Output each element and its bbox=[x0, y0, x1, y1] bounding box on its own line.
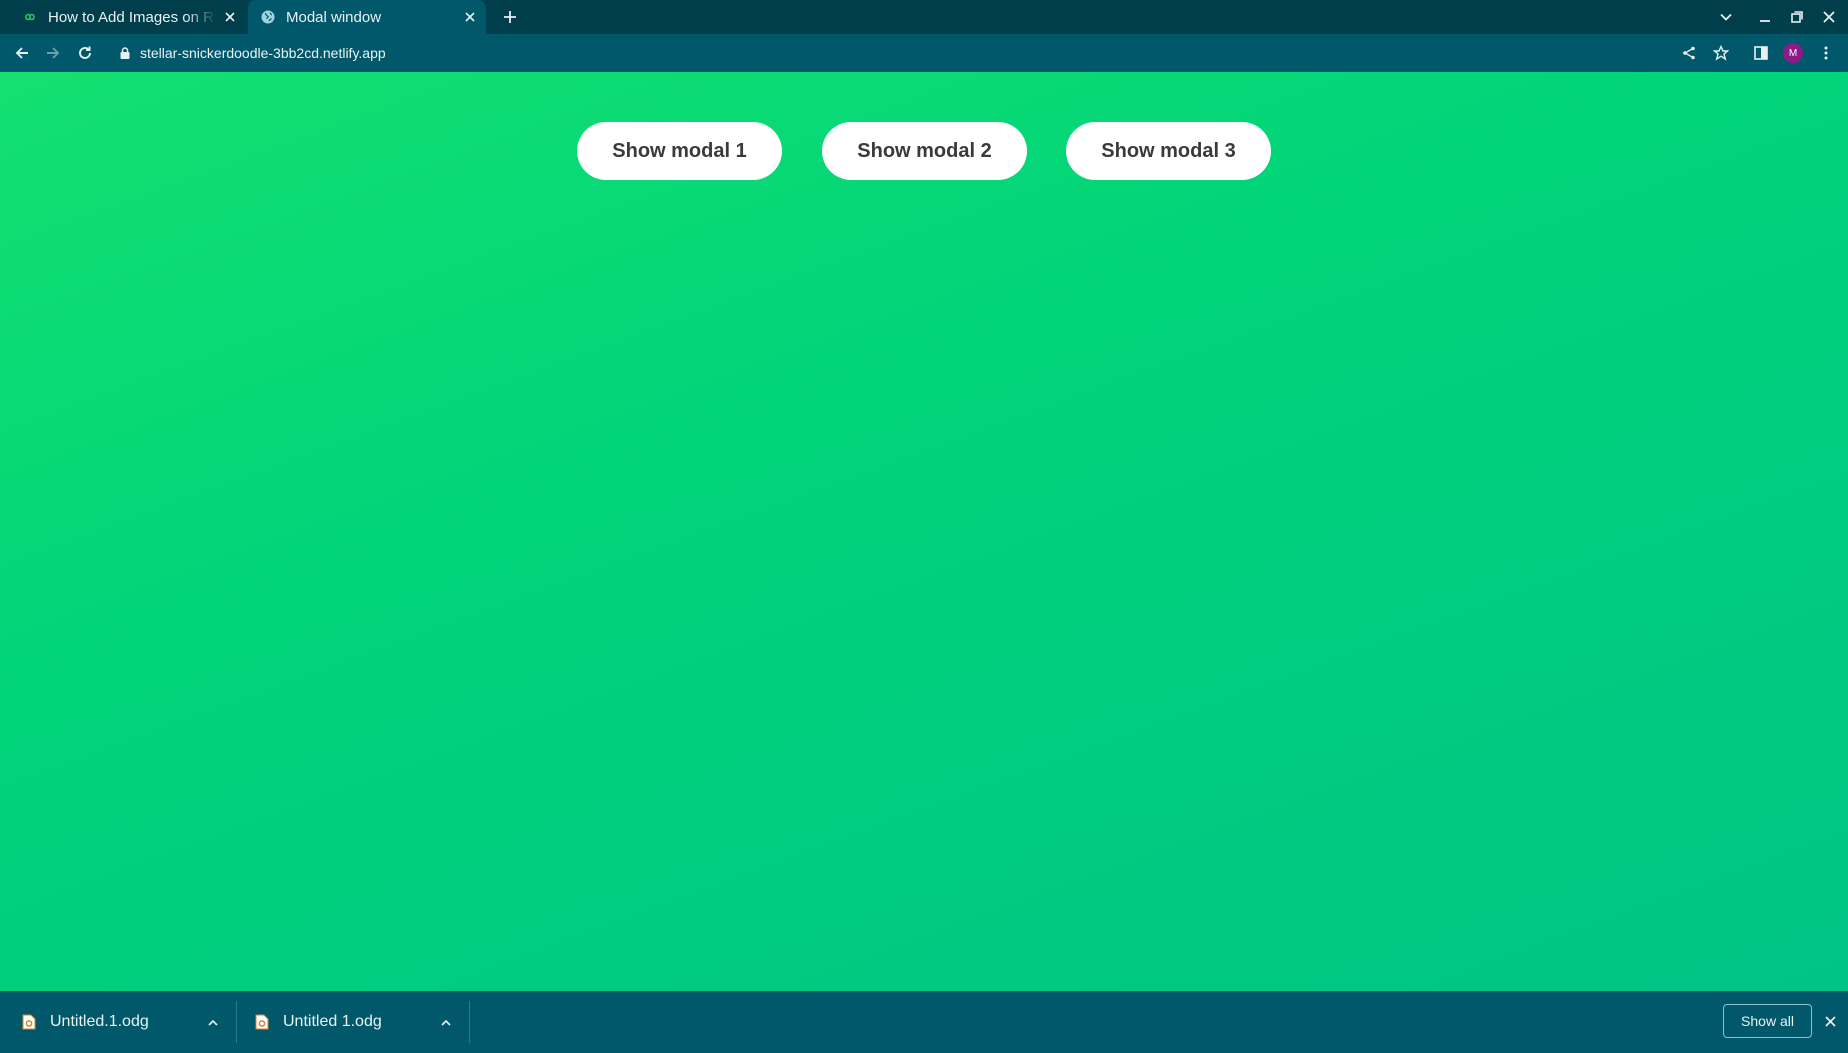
tab-strip: How to Add Images on RE Modal window bbox=[0, 0, 1848, 34]
tab-title: Modal window bbox=[286, 8, 382, 26]
more-menu-kebab-icon[interactable] bbox=[1812, 39, 1840, 67]
side-panel-icon[interactable] bbox=[1747, 39, 1775, 67]
close-shelf-icon[interactable] bbox=[1818, 1009, 1842, 1033]
new-tab-plus-icon[interactable] bbox=[496, 3, 524, 31]
bookmark-star-icon[interactable] bbox=[1707, 39, 1735, 67]
divider bbox=[469, 1001, 470, 1043]
tab-close-icon[interactable] bbox=[456, 3, 484, 31]
file-icon bbox=[22, 1014, 36, 1030]
tab-title: How to Add Images on RE bbox=[48, 8, 216, 26]
restore-window-icon[interactable] bbox=[1783, 3, 1811, 31]
chevron-up-icon[interactable] bbox=[434, 1010, 458, 1034]
tab-search-chevron-down-icon[interactable] bbox=[1712, 3, 1740, 31]
show-all-downloads-button[interactable]: Show all bbox=[1723, 1004, 1812, 1038]
reload-icon[interactable] bbox=[71, 39, 99, 67]
share-icon[interactable] bbox=[1675, 39, 1703, 67]
tab-how-to-add-images[interactable]: How to Add Images on RE bbox=[10, 0, 246, 34]
lock-icon bbox=[120, 47, 130, 59]
chevron-up-icon[interactable] bbox=[201, 1010, 225, 1034]
infinity-favicon-icon bbox=[25, 13, 35, 21]
close-window-icon[interactable] bbox=[1815, 3, 1843, 31]
tab-modal-window[interactable]: Modal window bbox=[248, 0, 486, 34]
show-modal-2-button[interactable]: Show modal 2 bbox=[822, 122, 1027, 180]
url-text: stellar-snickerdoodle-3bb2cd.netlify.app bbox=[140, 45, 386, 61]
minimize-icon[interactable] bbox=[1751, 3, 1779, 31]
download-filename: Untitled.1.odg bbox=[50, 1013, 149, 1030]
page-content: Show modal 1 Show modal 2 Show modal 3 bbox=[0, 72, 1848, 991]
download-item[interactable]: Untitled 1.odg bbox=[255, 991, 455, 1053]
download-item[interactable]: Untitled.1.odg bbox=[22, 991, 222, 1053]
divider bbox=[236, 1001, 237, 1043]
tab-close-icon[interactable] bbox=[216, 3, 244, 31]
address-bar[interactable]: stellar-snickerdoodle-3bb2cd.netlify.app bbox=[108, 38, 1686, 68]
forward-arrow-icon[interactable] bbox=[39, 39, 67, 67]
globe-icon bbox=[261, 10, 275, 24]
browser-toolbar: stellar-snickerdoodle-3bb2cd.netlify.app… bbox=[0, 34, 1848, 72]
download-filename: Untitled 1.odg bbox=[283, 1013, 382, 1030]
show-modal-1-button[interactable]: Show modal 1 bbox=[577, 122, 782, 180]
profile-avatar[interactable]: M bbox=[1783, 43, 1803, 63]
file-icon bbox=[255, 1014, 269, 1030]
show-modal-3-button[interactable]: Show modal 3 bbox=[1066, 122, 1271, 180]
back-arrow-icon[interactable] bbox=[8, 39, 36, 67]
download-shelf: Untitled.1.odg Untitled 1.odg Show all bbox=[0, 991, 1848, 1053]
